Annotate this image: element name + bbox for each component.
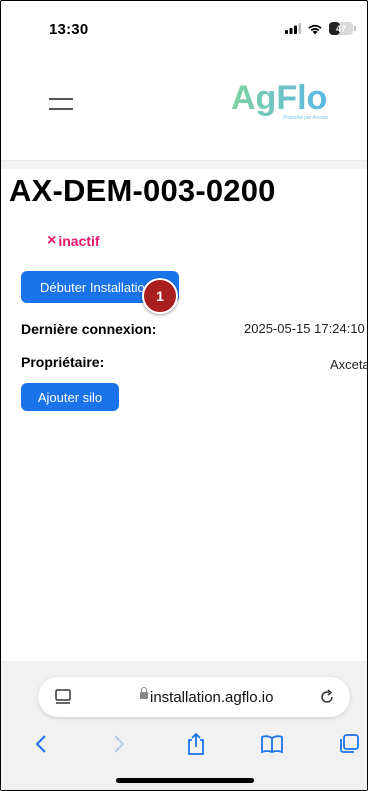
address-bar[interactable]: installation.agflo.io — [38, 677, 350, 717]
hamburger-menu-icon[interactable] — [49, 95, 73, 111]
phone-screen: 13:30 47 AgFlo Propulsé par Axceta AX-DE… — [0, 0, 368, 791]
logo-subtitle: Propulsé par Axceta — [283, 115, 328, 121]
owner-value: Axceta — [330, 357, 368, 372]
back-icon[interactable] — [29, 732, 53, 756]
lock-icon — [140, 687, 148, 699]
agflo-logo: AgFlo Propulsé par Axceta — [231, 77, 351, 129]
battery-icon: 47 — [329, 22, 356, 35]
status-text: inactif — [58, 233, 100, 249]
owner-label: Propriétaire: — [21, 354, 105, 370]
tabs-icon[interactable] — [337, 732, 361, 756]
logo-text: AgFlo — [231, 79, 327, 117]
last-connection-value: 2025-05-15 17:24:10 — [244, 321, 365, 336]
start-installation-label: Débuter Installation — [40, 279, 153, 295]
bookmarks-icon[interactable] — [260, 732, 284, 756]
add-silo-button[interactable]: Ajouter silo — [21, 383, 119, 411]
status-time: 13:30 — [49, 21, 89, 38]
tab-menu-icon[interactable] — [54, 688, 72, 706]
reload-icon[interactable] — [318, 688, 336, 706]
cellular-signal-icon — [285, 23, 301, 34]
status-badge: × inactif — [47, 232, 100, 250]
share-icon[interactable] — [184, 732, 208, 756]
forward-icon[interactable] — [107, 732, 131, 756]
last-connection-label: Dernière connexion: — [21, 321, 157, 337]
status-icons: 47 — [285, 22, 356, 35]
wifi-icon — [308, 24, 322, 34]
device-id-title: AX-DEM-003-0200 — [9, 173, 276, 208]
url-text: installation.agflo.io — [150, 689, 274, 706]
battery-level: 47 — [335, 23, 346, 34]
home-indicator[interactable] — [116, 778, 254, 783]
step-marker: 1 — [142, 278, 178, 314]
close-icon: × — [47, 232, 57, 249]
header-divider — [1, 160, 367, 169]
